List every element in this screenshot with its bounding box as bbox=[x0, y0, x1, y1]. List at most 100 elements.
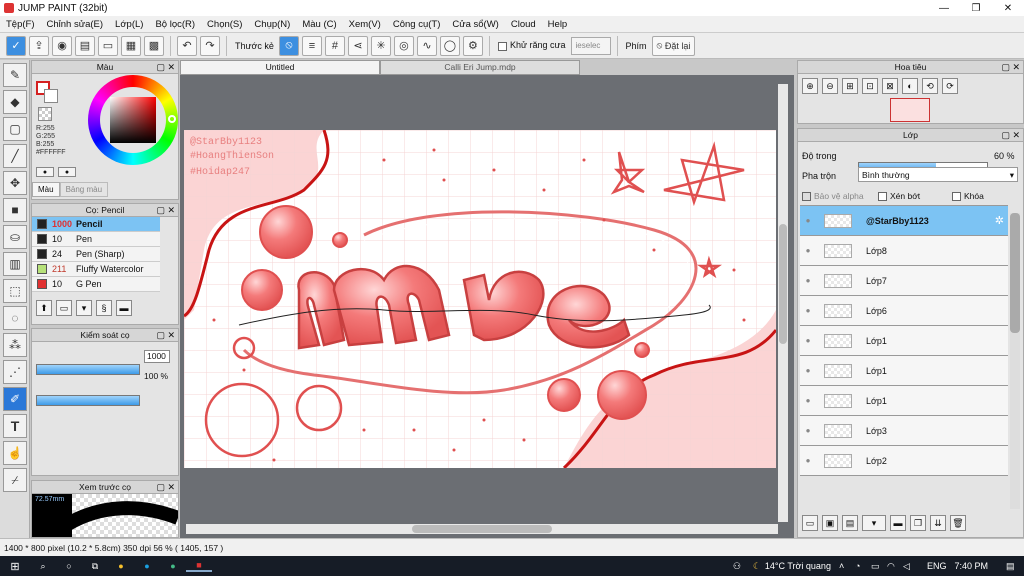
menu-view[interactable]: Xem(V) bbox=[343, 19, 387, 30]
flip-icon[interactable]: ◐ bbox=[902, 78, 918, 94]
battery-icon[interactable]: ▭ bbox=[871, 561, 887, 572]
network-icon[interactable]: ◔ bbox=[855, 561, 871, 571]
search-icon[interactable]: ⌕ bbox=[30, 561, 56, 572]
bucket-icon[interactable]: ⛀ bbox=[3, 225, 27, 249]
settings-icon[interactable]: ⚙ bbox=[462, 35, 483, 56]
cloud-icon[interactable]: ✓ bbox=[6, 35, 26, 56]
rotate-left-icon[interactable]: ⟲ bbox=[922, 78, 938, 94]
lasso-icon[interactable]: ◌ bbox=[3, 306, 27, 330]
transparent-swatch[interactable] bbox=[38, 107, 52, 121]
text-icon[interactable]: T bbox=[3, 414, 27, 438]
brush-item[interactable]: 10 G Pen bbox=[32, 277, 160, 292]
merge-layer-icon[interactable]: ⇊ bbox=[930, 515, 946, 531]
tray-arrow-icon[interactable]: ˄ bbox=[839, 561, 855, 571]
swap-icon[interactable]: ● bbox=[36, 167, 54, 177]
hand-icon[interactable]: ☝ bbox=[3, 441, 27, 465]
layer-settings-icon[interactable]: ✲ bbox=[995, 214, 1004, 227]
vertical-scrollbar[interactable] bbox=[778, 84, 788, 522]
layer-item[interactable]: ● Lớp7 bbox=[800, 266, 1008, 296]
layer-item[interactable]: ● Lớp8 bbox=[800, 236, 1008, 266]
visibility-icon[interactable]: ● bbox=[800, 306, 816, 315]
visibility-icon[interactable]: ● bbox=[800, 246, 816, 255]
visibility-icon[interactable]: ● bbox=[800, 216, 816, 225]
language-indicator[interactable]: ENG bbox=[927, 561, 947, 571]
tab-palette[interactable]: Bảng màu bbox=[59, 182, 109, 197]
vertical-scroll-thumb[interactable] bbox=[779, 224, 787, 344]
tab-calli-eri[interactable]: Calli Eri Jump.mdp bbox=[380, 60, 580, 75]
new-brush-icon[interactable]: ▭ bbox=[56, 300, 72, 316]
menu-cloud[interactable]: Cloud bbox=[505, 19, 542, 30]
drawing-canvas[interactable]: @StarBby1123 #HoangThienSon #Hoidap247 bbox=[184, 130, 776, 468]
ruler-off-icon[interactable]: ⦸ bbox=[278, 35, 299, 56]
eyedropper-icon[interactable]: ⌿ bbox=[3, 468, 27, 492]
reset-button[interactable]: ⦸ Đặt lại bbox=[651, 35, 696, 56]
menu-edit[interactable]: Chỉnh sửa(E) bbox=[41, 19, 110, 30]
layer-item[interactable]: ● Lớp6 bbox=[800, 296, 1008, 326]
close-button[interactable]: ✕ bbox=[992, 0, 1024, 16]
pen-icon[interactable]: ✎ bbox=[3, 63, 27, 87]
panel-close-icon[interactable]: ▢ ✕ bbox=[156, 204, 175, 216]
horizontal-scroll-thumb[interactable] bbox=[412, 525, 552, 533]
maximize-button[interactable]: ❐ bbox=[960, 0, 992, 16]
brush-item[interactable]: 24 Pen (Sharp) bbox=[32, 247, 160, 262]
visibility-icon[interactable]: ● bbox=[800, 396, 816, 405]
wifi-icon[interactable]: ◠ bbox=[887, 561, 903, 572]
zoom-in-icon[interactable]: ⊕ bbox=[802, 78, 818, 94]
layer-scrollbar[interactable] bbox=[1010, 213, 1020, 509]
tab-color[interactable]: Màu bbox=[32, 182, 60, 197]
notification-icon[interactable]: ▤ bbox=[1006, 561, 1024, 572]
ellipse-icon[interactable]: ◯ bbox=[439, 35, 460, 56]
panel-close-icon[interactable]: ▢ ✕ bbox=[156, 61, 175, 73]
message-icon[interactable]: ▤ bbox=[75, 35, 95, 56]
rotate-right-icon[interactable]: ⟳ bbox=[942, 78, 958, 94]
grid-ruler-icon[interactable]: # bbox=[324, 35, 345, 56]
visibility-icon[interactable]: ● bbox=[800, 456, 816, 465]
layer-item[interactable]: ● Lớp3 bbox=[800, 416, 1008, 446]
brush-settings-icon[interactable]: § bbox=[96, 300, 112, 316]
layer-scroll-thumb[interactable] bbox=[1010, 213, 1020, 333]
visibility-icon[interactable]: ● bbox=[800, 426, 816, 435]
windows-start-icon[interactable]: ⊞ bbox=[0, 560, 30, 573]
skype-icon[interactable]: ● bbox=[134, 561, 160, 571]
task-view-icon[interactable]: ⧉ bbox=[82, 561, 108, 572]
layer-item[interactable]: ● Lớp1 bbox=[800, 356, 1008, 386]
horizontal-scrollbar[interactable] bbox=[186, 524, 778, 534]
size-field[interactable]: 1000 bbox=[144, 350, 170, 363]
layer-item[interactable]: ● Lớp1 bbox=[800, 326, 1008, 356]
people-icon[interactable]: ⚇ bbox=[733, 561, 753, 572]
panel-close-icon[interactable]: ▢ ✕ bbox=[156, 329, 175, 341]
lock-checkbox[interactable]: Khóa bbox=[952, 191, 984, 202]
clip-checkbox[interactable]: Xén bớt bbox=[878, 191, 920, 202]
cortana-icon[interactable]: ○ bbox=[56, 561, 82, 571]
volume-icon[interactable]: ◁ bbox=[903, 561, 919, 572]
menu-layer[interactable]: Lớp(L) bbox=[109, 19, 149, 30]
select-rect-icon[interactable]: ⬚ bbox=[3, 279, 27, 303]
menu-help[interactable]: Help bbox=[542, 19, 574, 30]
panel-close-icon[interactable]: ▢ ✕ bbox=[156, 481, 175, 493]
gradient-icon[interactable]: ▥ bbox=[3, 252, 27, 276]
minimize-button[interactable]: — bbox=[928, 0, 960, 16]
select-eraser-icon[interactable]: ✐ bbox=[3, 387, 27, 411]
hue-handle[interactable] bbox=[168, 115, 176, 123]
visibility-icon[interactable]: ● bbox=[800, 366, 816, 375]
chat-icon[interactable]: ◉ bbox=[52, 35, 72, 56]
visibility-icon[interactable]: ● bbox=[800, 276, 816, 285]
parallel-ruler-icon[interactable]: ≡ bbox=[301, 35, 322, 56]
new-1bit-layer-icon[interactable]: ▤ bbox=[842, 515, 858, 531]
duplicate-layer-icon[interactable]: ❐ bbox=[910, 515, 926, 531]
perspective-icon[interactable]: ⋖ bbox=[347, 35, 368, 56]
actual-size-icon[interactable]: ⊡ bbox=[862, 78, 878, 94]
fill-rect-icon[interactable]: ■ bbox=[3, 198, 27, 222]
move-icon[interactable]: ✥ bbox=[3, 171, 27, 195]
zoom-out-icon[interactable]: ⊖ bbox=[822, 78, 838, 94]
brush-menu-icon[interactable]: ▾ bbox=[76, 300, 92, 316]
undo-icon[interactable]: ↶ bbox=[177, 35, 197, 56]
menu-file[interactable]: Tệp(F) bbox=[0, 19, 41, 30]
redo-icon[interactable]: ↷ bbox=[200, 35, 220, 56]
grid-icon[interactable]: ▩ bbox=[144, 35, 164, 56]
new-folder-icon[interactable]: ▬ bbox=[890, 515, 906, 531]
browser-icon[interactable]: ● bbox=[160, 561, 186, 571]
panel-close-icon[interactable]: ▢ ✕ bbox=[1001, 129, 1020, 141]
clock[interactable]: 7:40 PM bbox=[954, 561, 988, 571]
zoom-box-icon[interactable]: ⊠ bbox=[882, 78, 898, 94]
